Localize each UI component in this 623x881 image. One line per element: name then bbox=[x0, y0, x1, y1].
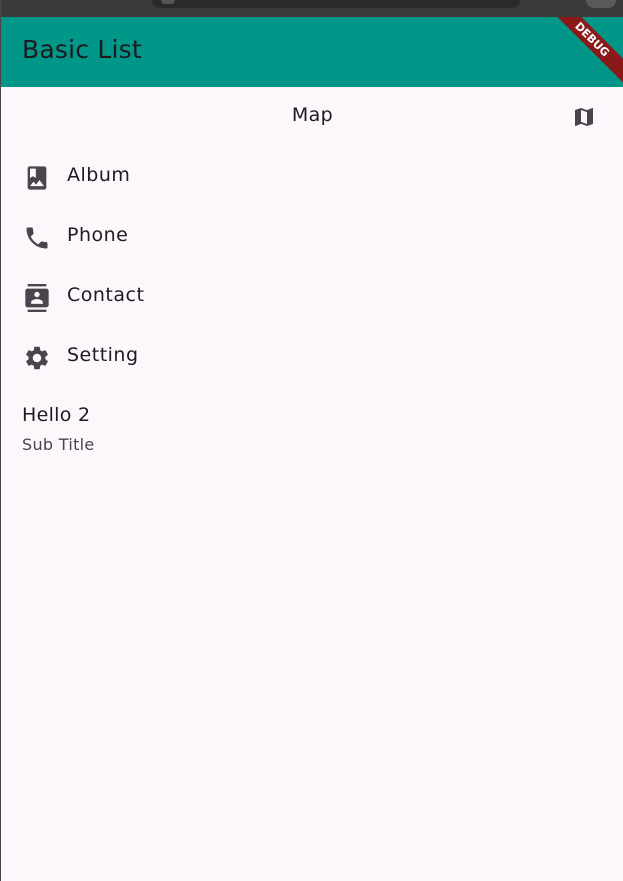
list-tile-map-label: Map bbox=[291, 104, 334, 126]
list-tile-hello[interactable]: Hello 2 Sub Title bbox=[1, 387, 623, 463]
list-tile-album-label: Album bbox=[67, 164, 131, 186]
photo-album-icon bbox=[23, 164, 51, 192]
settings-icon bbox=[23, 344, 51, 372]
basic-list: Map Album Phone Contact Setting Hello 2 … bbox=[1, 87, 623, 463]
address-bar-icon bbox=[161, 0, 175, 4]
debug-banner: DEBUG bbox=[553, 17, 623, 87]
phone-icon bbox=[23, 224, 51, 252]
list-tile-phone-label: Phone bbox=[67, 224, 129, 246]
address-bar[interactable] bbox=[151, 0, 521, 8]
list-tile-map[interactable]: Map bbox=[1, 87, 623, 147]
map-icon bbox=[571, 105, 597, 129]
list-tile-contact[interactable]: Contact bbox=[1, 267, 623, 327]
list-tile-setting-label: Setting bbox=[67, 344, 139, 366]
app-bar: Basic List bbox=[1, 17, 623, 87]
list-tile-contact-label: Contact bbox=[67, 284, 145, 306]
app-bar-title: Basic List bbox=[22, 35, 142, 64]
contacts-icon bbox=[23, 284, 51, 312]
app-window: Basic List DEBUG Map Album Phone Contact… bbox=[0, 0, 623, 881]
profile-button[interactable] bbox=[586, 0, 616, 8]
list-tile-phone[interactable]: Phone bbox=[1, 207, 623, 267]
debug-banner-label: DEBUG bbox=[553, 17, 623, 87]
list-tile-hello-title: Hello 2 bbox=[22, 404, 91, 426]
list-tile-album[interactable]: Album bbox=[1, 147, 623, 207]
list-tile-hello-subtitle: Sub Title bbox=[22, 435, 95, 454]
browser-top-strip bbox=[1, 0, 623, 17]
list-tile-setting[interactable]: Setting bbox=[1, 327, 623, 387]
